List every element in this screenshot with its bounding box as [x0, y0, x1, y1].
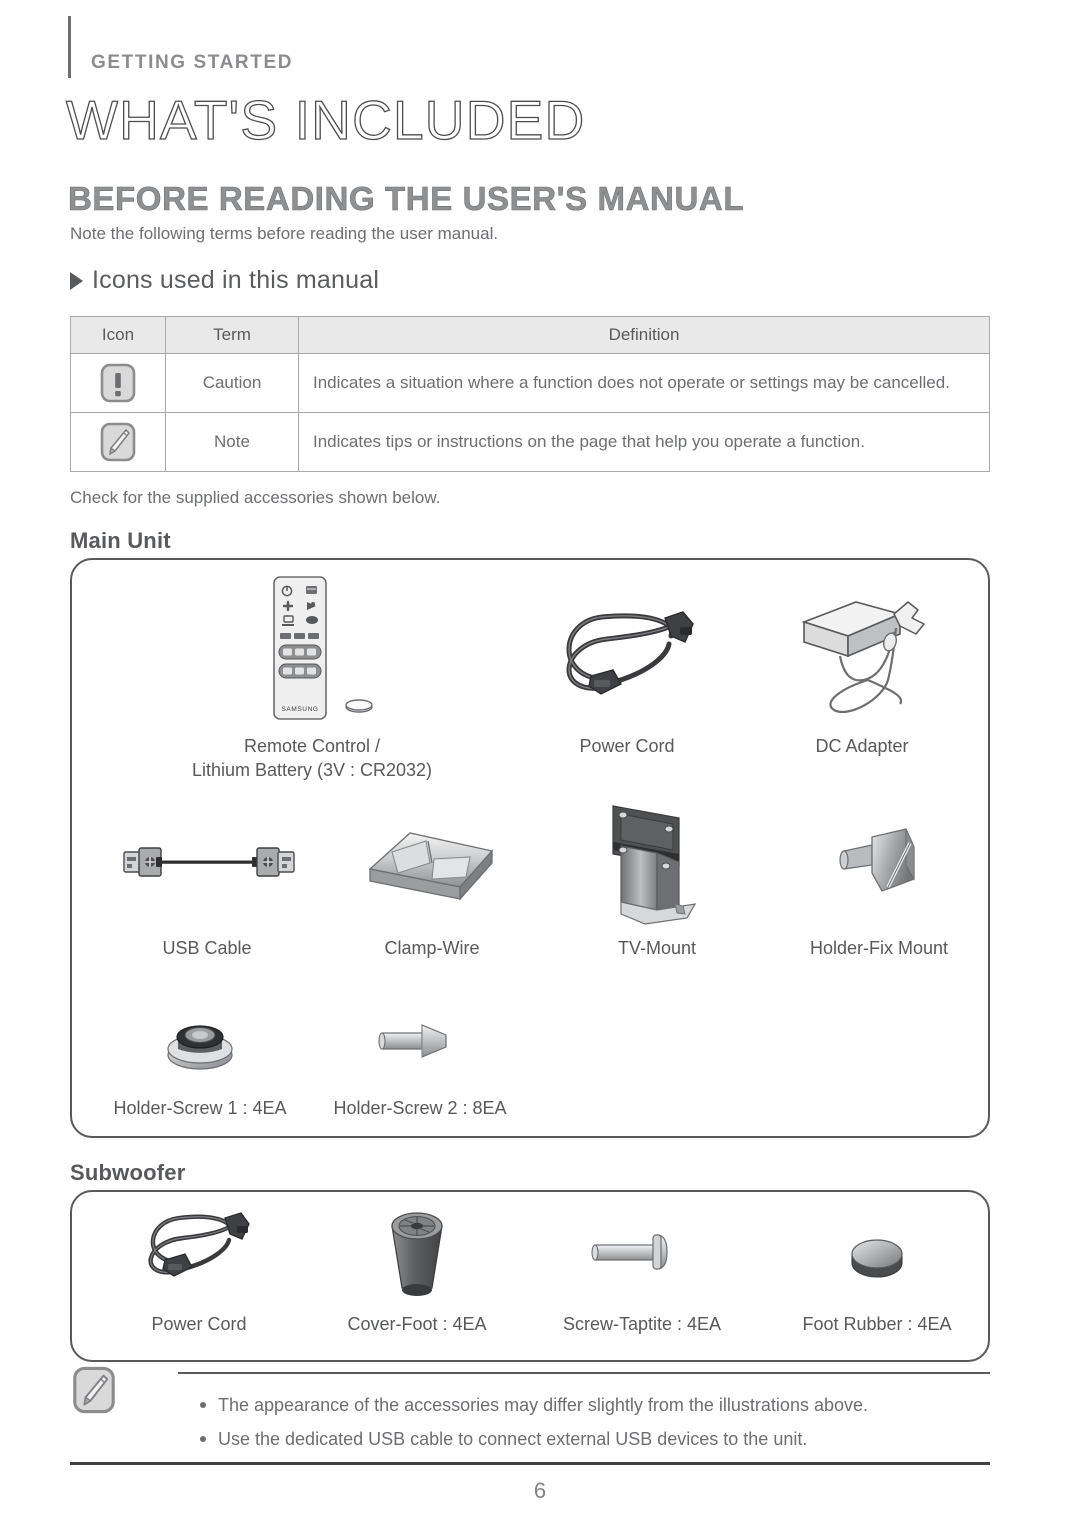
cover-foot-art: [302, 1200, 532, 1308]
accessory-clamp-wire: Clamp-Wire: [317, 792, 547, 960]
page-number: 6: [533, 1478, 547, 1503]
note-item-text: The appearance of the accessories may di…: [218, 1395, 868, 1415]
icons-table: Icon Term Definition Caution Indicates a…: [70, 316, 990, 472]
after-table-note: Check for the supplied accessories shown…: [70, 488, 441, 507]
main-unit-box: SAMSUNG Remote Control / Lithium Battery…: [70, 558, 990, 1138]
accessory-dc-adapter: DC Adapter: [747, 578, 977, 758]
holder-fix-mount-art: [764, 792, 994, 932]
accessory-label: Holder-Screw 2 : 8EA: [333, 1098, 507, 1118]
accessory-usb-cable: USB Cable: [92, 792, 322, 960]
manual-page: GETTING STARTED WHAT'S INCLUDED BEFORE R…: [0, 0, 1080, 1532]
accessory-label: Clamp-Wire: [384, 938, 480, 958]
bullet-dot-icon: [200, 1436, 206, 1443]
chapter-title: WHAT'S INCLUDED: [65, 88, 586, 151]
accessory-cover-foot: Cover-Foot : 4EA: [302, 1200, 532, 1336]
accessory-label: Cover-Foot : 4EA: [347, 1314, 487, 1334]
accessory-label: Holder-Fix Mount: [809, 938, 949, 958]
note-top-rule: [178, 1372, 990, 1374]
dc-adapter-art: [747, 578, 977, 730]
note-item-text: Use the dedicated USB cable to connect e…: [218, 1429, 808, 1450]
clamp-wire-art: [317, 792, 547, 932]
accessory-label: Remote Control / Lithium Battery (3V : C…: [191, 736, 433, 781]
table-row: Caution Indicates a situation where a fu…: [70, 353, 990, 413]
section-title: BEFORE READING THE USER'S MANUAL: [68, 180, 745, 218]
table-header-definition: Definition: [298, 316, 990, 354]
table-header-term: Term: [165, 316, 299, 354]
subwoofer-box: Power Cord Cover-Foot: 4EA Screw-Taptit…: [70, 1190, 990, 1362]
table-row: Note Indicates tips or instructions on t…: [70, 412, 990, 472]
accessory-label: USB Cable: [162, 938, 252, 958]
screw-taptite-art: [527, 1200, 757, 1308]
caution-exclamation-icon: [98, 362, 138, 404]
note-item: Use the dedicated USB cable to connect e…: [200, 1422, 868, 1456]
accessory-label: Holder-Screw 1 : 4EA: [113, 1098, 287, 1118]
accessory-holder-fix-mount: Holder-Fix Mount: [764, 792, 994, 960]
running-head-label: GETTING STARTED: [91, 52, 294, 73]
table-header-row: Icon Term Definition: [70, 316, 990, 354]
subsection-label: Icons used in this manual: [92, 266, 380, 294]
accessory-tv-mount: TV-Mount: [542, 792, 772, 960]
accessory-power-cord: Power Cord: [512, 578, 742, 758]
triangle-right-icon: [70, 271, 83, 290]
subsection-heading: Icons used in this manual: [70, 266, 379, 295]
note-item: The appearance of the accessories may di…: [200, 1388, 868, 1422]
power-cord-art: [512, 578, 742, 730]
usb-cable-art: [92, 792, 322, 932]
accessory-remote-control: SAMSUNG Remote Control / Lithium Battery…: [167, 570, 457, 783]
accessory-label: TV-Mount: [617, 938, 697, 958]
accessory-holder-screw-2: Holder-Screw 2 : 8EA: [310, 992, 530, 1120]
holder-screw-1-art: [90, 992, 310, 1092]
note-definition: Indicates tips or instructions on the pa…: [298, 412, 990, 472]
caution-definition: Indicates a situation where a function d…: [298, 353, 990, 413]
bullet-dot-icon: [200, 1402, 206, 1408]
accessory-label: Foot Rubber : 4EA: [802, 1314, 952, 1334]
note-icon-wrap: [70, 1364, 118, 1421]
accessory-screw-taptite: Screw-Taptite : 4EA: [527, 1200, 757, 1336]
main-unit-heading: Main Unit: [70, 528, 171, 553]
running-head-rule: [68, 16, 71, 78]
holder-screw-2-art: [310, 992, 530, 1092]
note-pencil-icon: [98, 421, 138, 463]
accessory-holder-screw-1: Holder-Screw 1 : 4EA: [90, 992, 310, 1120]
tv-mount-art: [542, 792, 772, 932]
note-term: Note: [165, 412, 299, 472]
subwoofer-power-cord-art: [84, 1200, 314, 1308]
accessory-subwoofer-power-cord: Power Cord: [84, 1200, 314, 1336]
table-header-icon: Icon: [70, 316, 166, 354]
running-head: GETTING STARTED: [68, 8, 293, 78]
note-icon-cell: [70, 412, 166, 472]
caution-term: Caution: [165, 353, 299, 413]
caution-icon-cell: [70, 353, 166, 413]
note-pencil-icon: [70, 1366, 118, 1420]
footer-rule: [70, 1462, 990, 1465]
accessory-foot-rubber: Foot Rubber : 4EA: [762, 1200, 992, 1336]
subwoofer-heading: Subwoofer: [70, 1160, 186, 1185]
foot-rubber-art: [762, 1200, 992, 1308]
accessory-label: Power Cord: [579, 736, 675, 756]
svg-text:SAMSUNG: SAMSUNG: [281, 706, 318, 713]
remote-control-and-battery-art: SAMSUNG: [167, 570, 457, 730]
accessory-label: Screw-Taptite : 4EA: [562, 1314, 722, 1334]
accessory-label: Power Cord: [151, 1314, 247, 1334]
accessory-label: DC Adapter: [815, 736, 909, 756]
section-intro: Note the following terms before reading …: [70, 224, 499, 243]
note-items: The appearance of the accessories may di…: [200, 1388, 868, 1456]
